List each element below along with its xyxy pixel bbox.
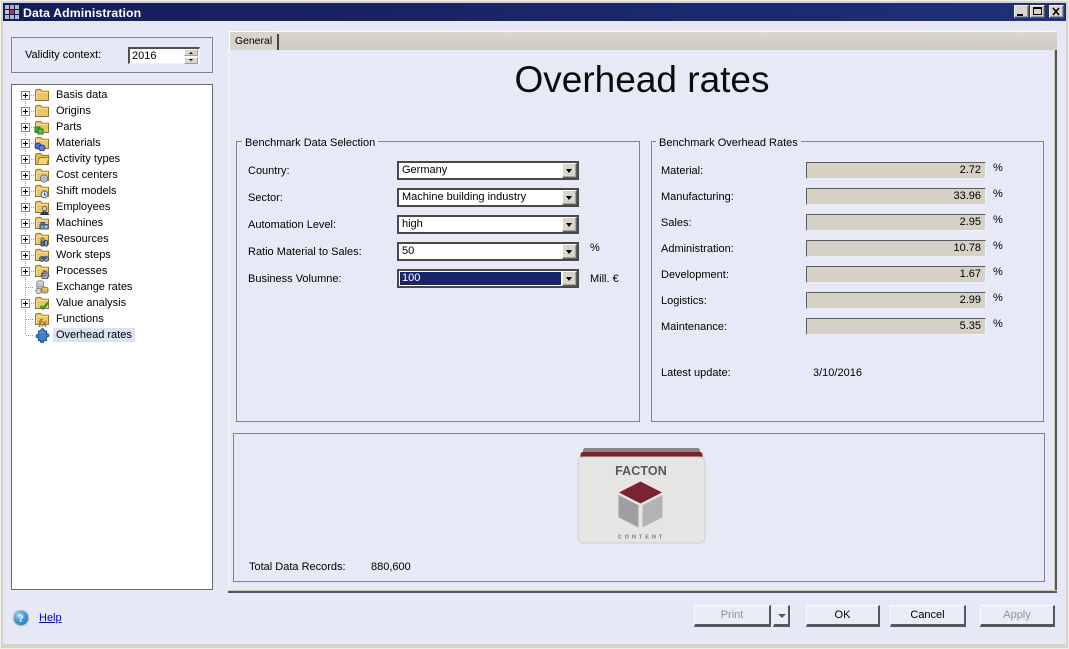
svg-text:CONTENT: CONTENT [618, 535, 666, 541]
svg-text:fx: fx [39, 319, 47, 328]
svg-text:FACTON: FACTON [615, 464, 667, 478]
svg-text:?: ? [18, 613, 24, 625]
